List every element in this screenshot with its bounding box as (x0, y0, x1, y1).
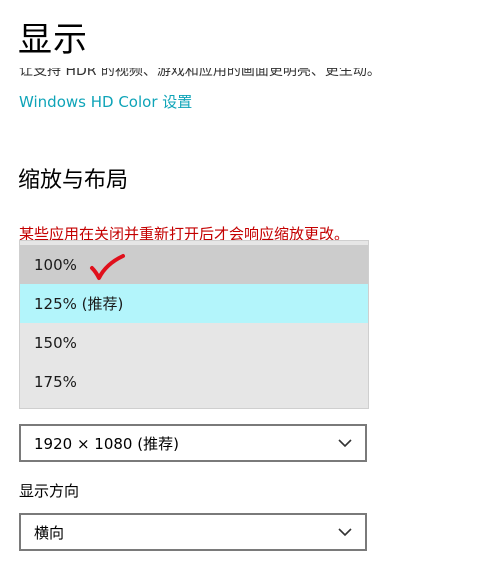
scale-option-150[interactable]: 150% (20, 323, 368, 362)
scale-dropdown-list[interactable]: 100% 125% (推荐) 150% 175% (19, 240, 369, 409)
red-checkmark-icon (90, 254, 125, 280)
windows-hd-color-settings-link[interactable]: Windows HD Color 设置 (19, 92, 192, 112)
chevron-down-icon (338, 439, 352, 448)
scale-option-175[interactable]: 175% (20, 362, 368, 401)
orientation-value: 横向 (34, 523, 65, 542)
orientation-select[interactable]: 横向 (19, 513, 367, 551)
display-settings-page: 显示 让支持 HDR 的视频、游戏和应用的画面更明亮、更生动。 Windows … (0, 0, 487, 567)
hdr-description: 让支持 HDR 的视频、游戏和应用的画面更明亮、更生动。 (19, 63, 381, 79)
scale-option-100[interactable]: 100% (20, 245, 368, 284)
page-title: 显示 (18, 20, 88, 60)
orientation-label: 显示方向 (19, 482, 80, 500)
resolution-select[interactable]: 1920 × 1080 (推荐) (19, 424, 367, 462)
scale-option-125[interactable]: 125% (推荐) (20, 284, 368, 323)
resolution-value: 1920 × 1080 (推荐) (34, 434, 179, 453)
scale-layout-heading: 缩放与布局 (18, 168, 129, 193)
chevron-down-icon (338, 528, 352, 537)
